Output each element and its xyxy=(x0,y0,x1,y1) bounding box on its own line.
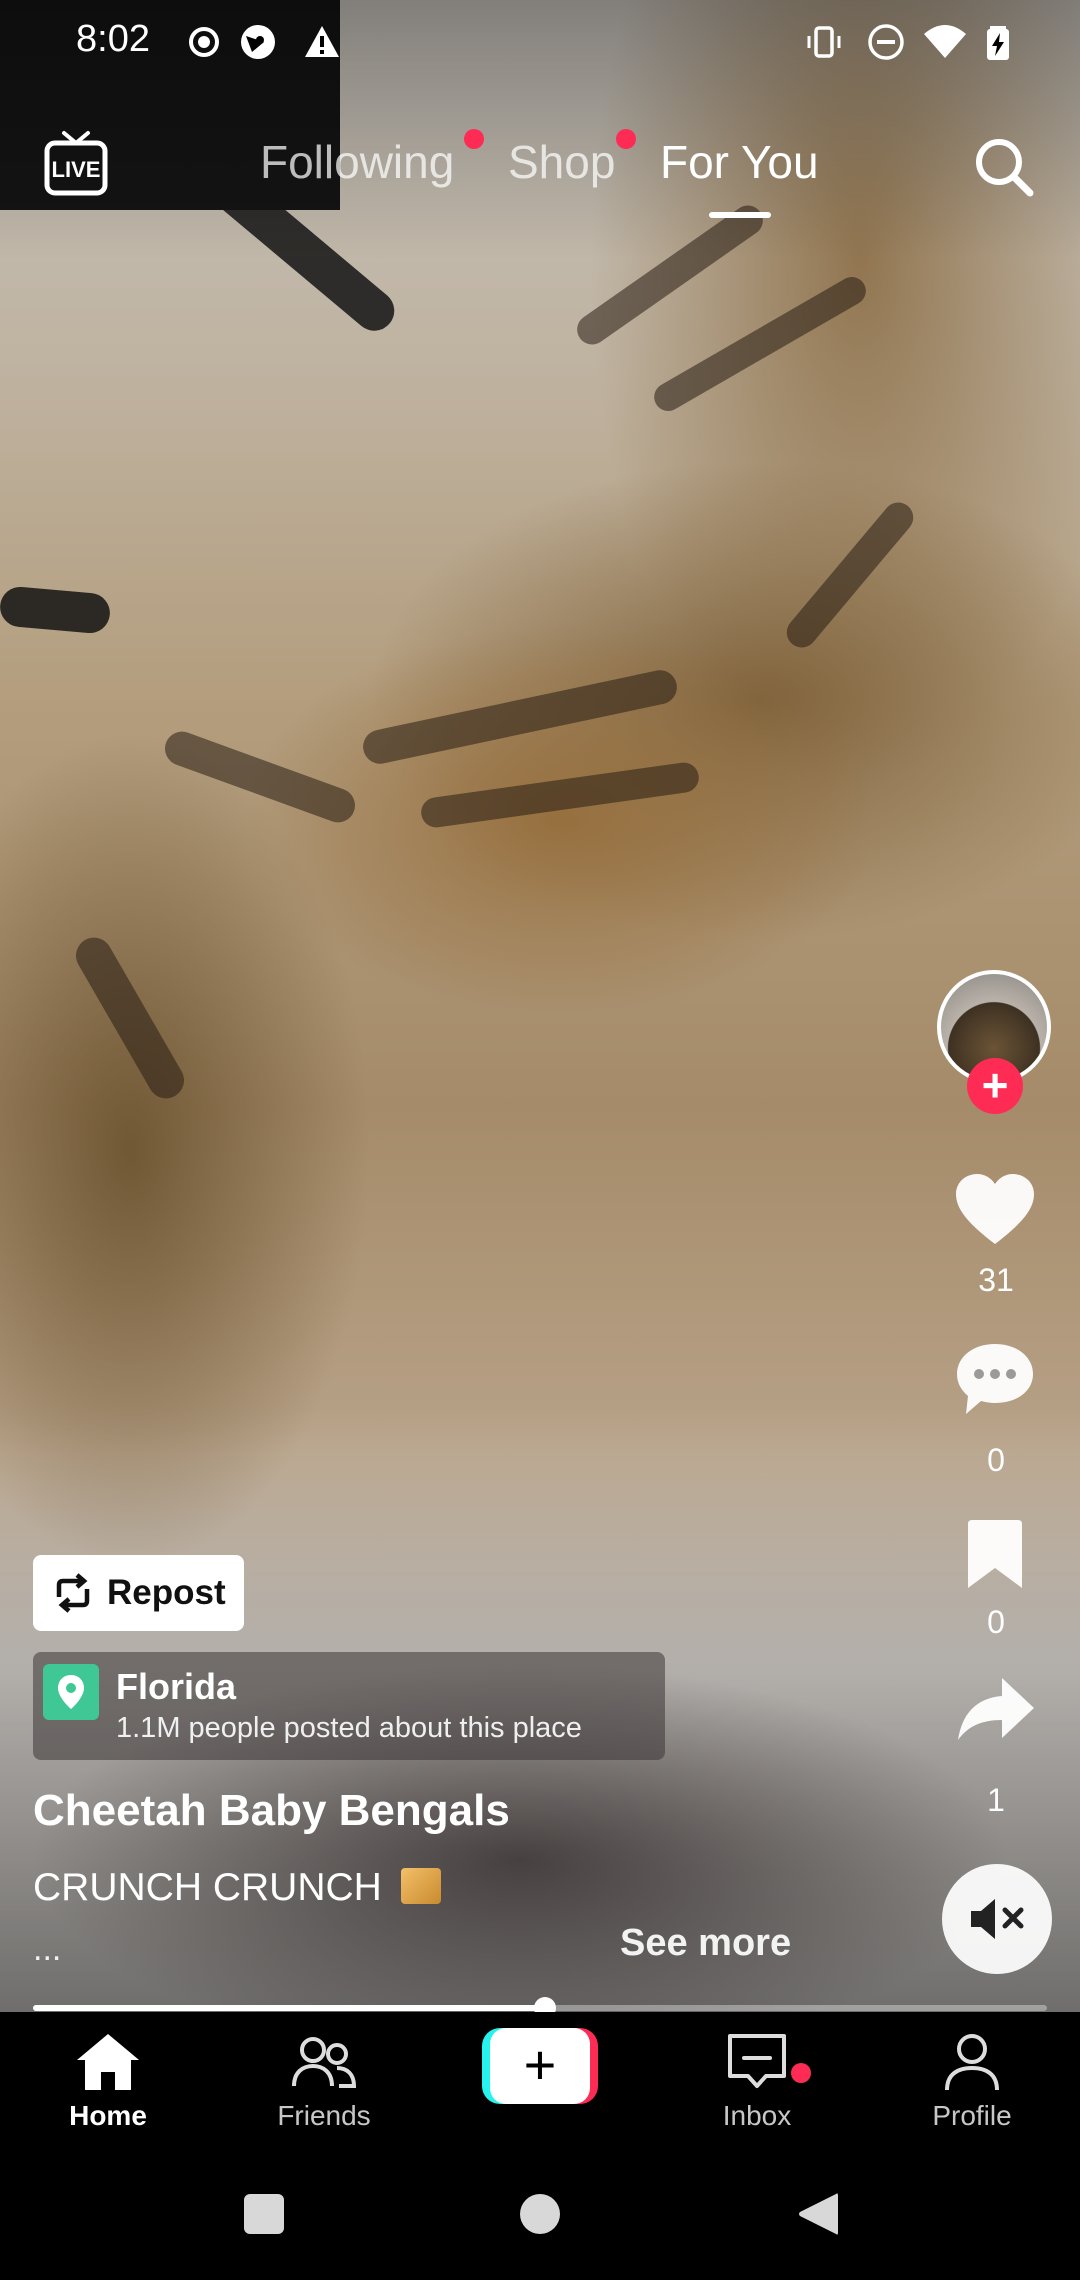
wifi-icon xyxy=(924,25,966,58)
video-detail xyxy=(69,931,191,1105)
video-progress-fill xyxy=(33,2005,546,2011)
nav-inbox[interactable]: Inbox xyxy=(657,2012,857,2152)
browser-icon xyxy=(241,25,275,59)
recent-apps-icon[interactable] xyxy=(242,2192,286,2236)
follow-button[interactable]: + xyxy=(967,1058,1023,1114)
search-icon[interactable] xyxy=(972,135,1036,199)
home-icon xyxy=(77,2034,139,2090)
video-detail xyxy=(649,271,871,417)
like-heart-icon[interactable] xyxy=(954,1172,1036,1246)
plus-icon: + xyxy=(490,2028,590,2104)
repost-button[interactable]: Repost xyxy=(33,1555,244,1631)
create-post-button[interactable]: + xyxy=(482,2028,598,2104)
active-tab-indicator xyxy=(709,212,771,218)
do-not-disturb-icon xyxy=(868,24,904,60)
location-pin-icon xyxy=(43,1664,99,1720)
nav-home[interactable]: Home xyxy=(8,2012,208,2152)
following-notification-dot xyxy=(464,129,484,149)
nav-friends-label: Friends xyxy=(277,2100,371,2131)
caption-text: CRUNCH CRUNCH xyxy=(33,1866,382,1909)
nav-inbox-label: Inbox xyxy=(722,2100,792,2131)
comment-count: 0 xyxy=(987,1442,1005,1478)
bookmark-count: 0 xyxy=(987,1604,1005,1640)
system-navigation-bar xyxy=(0,2152,1080,2280)
author-name[interactable]: Cheetah Baby Bengals xyxy=(33,1786,510,1836)
inbox-icon xyxy=(728,2034,786,2088)
warning-icon xyxy=(305,26,339,57)
record-icon xyxy=(189,27,219,57)
nav-profile-label: Profile xyxy=(932,2100,1012,2131)
shop-notification-dot xyxy=(616,129,636,149)
status-time: 8:02 xyxy=(76,18,150,60)
top-navigation: LIVE Following Shop For You xyxy=(0,115,1080,225)
video-detail xyxy=(160,726,360,828)
home-circle-icon[interactable] xyxy=(518,2192,562,2236)
package-emoji xyxy=(400,1868,441,1904)
back-triangle-icon[interactable] xyxy=(796,2190,840,2238)
repost-icon xyxy=(56,1573,90,1613)
friends-icon xyxy=(292,2037,357,2088)
repost-label: Repost xyxy=(107,1573,226,1612)
location-name: Florida xyxy=(116,1666,237,1707)
live-button[interactable]: LIVE xyxy=(44,129,108,197)
video-progress-bar[interactable] xyxy=(33,1997,1047,2019)
video-detail xyxy=(780,496,920,654)
like-count: 31 xyxy=(978,1262,1014,1298)
battery-charging-icon xyxy=(987,26,1009,60)
video-detail xyxy=(419,760,701,830)
nav-home-label: Home xyxy=(69,2100,147,2131)
tab-following[interactable]: Following xyxy=(260,135,454,189)
status-bar: 8:02 xyxy=(0,0,1080,86)
vibrate-icon xyxy=(807,26,841,58)
caption-ellipsis: ... xyxy=(33,1930,62,1968)
video-detail xyxy=(0,585,112,635)
video-detail xyxy=(359,667,681,767)
video-caption: CRUNCH CRUNCH xyxy=(33,1866,441,1910)
mute-toggle-button[interactable] xyxy=(942,1864,1052,1974)
speaker-muted-icon xyxy=(971,1899,1024,1939)
share-count: 1 xyxy=(987,1782,1005,1818)
tab-shop[interactable]: Shop xyxy=(508,135,615,189)
live-label: LIVE xyxy=(51,157,101,182)
profile-icon xyxy=(945,2034,999,2091)
inbox-notification-dot xyxy=(791,2063,811,2083)
comment-icon[interactable] xyxy=(954,1340,1036,1418)
see-more-link[interactable]: See more xyxy=(620,1922,791,1965)
nav-friends[interactable]: Friends xyxy=(224,2012,424,2152)
share-arrow-icon[interactable] xyxy=(956,1674,1036,1744)
bookmark-icon[interactable] xyxy=(964,1518,1026,1590)
location-subtitle: 1.1M people posted about this place xyxy=(116,1712,582,1744)
nav-profile[interactable]: Profile xyxy=(872,2012,1072,2152)
tab-for-you[interactable]: For You xyxy=(660,135,819,189)
location-tag[interactable]: Florida 1.1M people posted about this pl… xyxy=(33,1652,665,1760)
